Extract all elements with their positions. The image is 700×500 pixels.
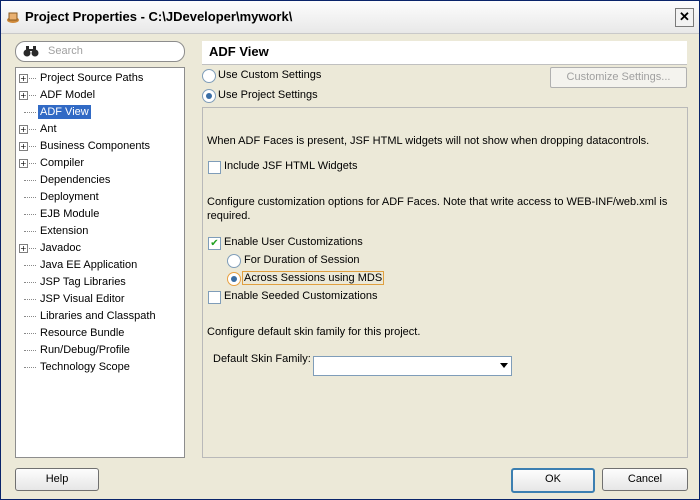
tree-connector bbox=[24, 78, 36, 79]
tree-item[interactable]: Technology Scope bbox=[16, 359, 182, 375]
tree-item[interactable]: JSP Visual Editor bbox=[16, 291, 182, 307]
use-project-settings-radio[interactable] bbox=[202, 89, 216, 103]
tree-item[interactable]: + Business Components bbox=[16, 138, 182, 154]
duration-of-session-label[interactable]: For Duration of Session bbox=[244, 254, 360, 266]
tree-item[interactable]: Run/Debug/Profile bbox=[16, 342, 182, 358]
tree-connector bbox=[24, 367, 36, 368]
tree-item-label: EJB Module bbox=[40, 208, 100, 220]
tree-item-label: Ant bbox=[40, 123, 57, 135]
tree-connector bbox=[24, 299, 36, 300]
app-icon bbox=[7, 12, 19, 23]
enable-user-customizations-checkbox[interactable]: ✔ bbox=[208, 237, 221, 250]
tree-item[interactable]: EJB Module bbox=[16, 206, 182, 222]
tree-item[interactable]: + Project Source Paths bbox=[16, 70, 182, 86]
tree-item[interactable]: Dependencies bbox=[16, 172, 182, 188]
tree-item[interactable]: + ADF Model bbox=[16, 87, 182, 103]
duration-of-session-radio[interactable] bbox=[227, 254, 241, 268]
tree-item[interactable]: Java EE Application bbox=[16, 257, 182, 273]
tree-connector bbox=[24, 282, 36, 283]
tree-item-label: Compiler bbox=[40, 157, 85, 169]
tree-connector bbox=[24, 95, 36, 96]
tree-connector bbox=[24, 146, 36, 147]
tree-item-label: JSP Tag Libraries bbox=[40, 276, 126, 288]
tree-connector bbox=[24, 129, 36, 130]
customization-info-line1: Configure customization options for ADF … bbox=[207, 196, 668, 208]
customization-info-line2: required. bbox=[207, 210, 251, 222]
settings-panel: ADF View Use Custom Settings Use Project… bbox=[202, 41, 688, 458]
across-sessions-mds-radio[interactable] bbox=[227, 272, 241, 286]
tree-connector bbox=[24, 163, 36, 164]
tree-connector bbox=[24, 265, 36, 266]
title-bar: Project Properties - C:\JDeveloper\mywor… bbox=[1, 1, 699, 34]
tree-item-label: Resource Bundle bbox=[40, 327, 125, 339]
skin-info-text: Configure default skin family for this p… bbox=[207, 326, 421, 338]
help-button[interactable]: Help bbox=[15, 468, 99, 491]
use-custom-settings-radio[interactable] bbox=[202, 69, 216, 83]
enable-user-customizations-label[interactable]: Enable User Customizations bbox=[224, 236, 363, 248]
tree-item-label: Javadoc bbox=[40, 242, 81, 254]
enable-seeded-customizations-checkbox[interactable] bbox=[208, 291, 221, 304]
tree-item[interactable]: ADF View bbox=[16, 104, 182, 120]
default-skin-family-label: Default Skin Family: bbox=[213, 353, 311, 365]
tree-item-label: Business Components bbox=[40, 140, 151, 152]
tree-item[interactable]: + Ant bbox=[16, 121, 182, 137]
default-skin-family-select[interactable] bbox=[313, 356, 512, 376]
tree-item-label: Java EE Application bbox=[40, 259, 138, 271]
tree-item-label: Extension bbox=[40, 225, 89, 237]
use-custom-settings-label[interactable]: Use Custom Settings bbox=[218, 69, 321, 81]
across-sessions-mds-label[interactable]: Across Sessions using MDS bbox=[242, 271, 385, 285]
tree-connector bbox=[24, 214, 36, 215]
tree-item[interactable]: Resource Bundle bbox=[16, 325, 182, 341]
project-properties-dialog: Project Properties - C:\JDeveloper\mywor… bbox=[0, 0, 700, 500]
tree-item-label: Run/Debug/Profile bbox=[40, 344, 130, 356]
binoculars-icon bbox=[23, 46, 39, 57]
tree-item[interactable]: Libraries and Classpath bbox=[16, 308, 182, 324]
category-tree: + Project Source Paths + ADF Model ADF View +… bbox=[15, 67, 185, 458]
chevron-down-icon bbox=[500, 363, 508, 368]
tree-connector bbox=[24, 333, 36, 334]
tree-connector bbox=[24, 231, 36, 232]
ok-button[interactable]: OK bbox=[511, 468, 595, 493]
jsf-info-text: When ADF Faces is present, JSF HTML widg… bbox=[207, 135, 650, 147]
tree-item[interactable]: JSP Tag Libraries bbox=[16, 274, 182, 290]
use-project-settings-label[interactable]: Use Project Settings bbox=[218, 89, 318, 101]
tree-connector bbox=[24, 180, 36, 181]
tree-connector bbox=[24, 197, 36, 198]
tree-connector bbox=[24, 248, 36, 249]
tree-item-label: Dependencies bbox=[40, 174, 111, 186]
panel-header: ADF View bbox=[202, 41, 687, 65]
cancel-button[interactable]: Cancel bbox=[602, 468, 688, 491]
tree-item-label: Libraries and Classpath bbox=[40, 310, 156, 322]
window-title: Project Properties - C:\JDeveloper\mywor… bbox=[25, 9, 293, 24]
tree-item[interactable]: Extension bbox=[16, 223, 182, 239]
tree-connector bbox=[24, 350, 36, 351]
tree-item-label: ADF Model bbox=[40, 89, 96, 101]
search-placeholder: Search bbox=[48, 45, 83, 57]
settings-group: When ADF Faces is present, JSF HTML widg… bbox=[202, 107, 688, 458]
include-jsf-checkbox[interactable] bbox=[208, 161, 221, 174]
tree-item[interactable]: + Compiler bbox=[16, 155, 182, 171]
tree-item-label: Deployment bbox=[40, 191, 99, 203]
tree-item[interactable]: + Javadoc bbox=[16, 240, 182, 256]
customize-settings-button: Customize Settings... bbox=[550, 67, 687, 88]
include-jsf-label[interactable]: Include JSF HTML Widgets bbox=[224, 160, 357, 172]
page-title: ADF View bbox=[209, 44, 269, 59]
tree-item-label: Technology Scope bbox=[40, 361, 130, 373]
tree-item-label: JSP Visual Editor bbox=[40, 293, 125, 305]
tree-connector bbox=[24, 316, 36, 317]
tree-item-label: ADF View bbox=[38, 105, 91, 119]
search-input[interactable]: Search bbox=[15, 41, 185, 62]
tree-item[interactable]: Deployment bbox=[16, 189, 182, 205]
tree-item-label: Project Source Paths bbox=[40, 72, 144, 84]
close-button[interactable]: ✕ bbox=[675, 8, 694, 27]
tree-connector bbox=[24, 112, 36, 113]
enable-seeded-customizations-label[interactable]: Enable Seeded Customizations bbox=[224, 290, 377, 302]
